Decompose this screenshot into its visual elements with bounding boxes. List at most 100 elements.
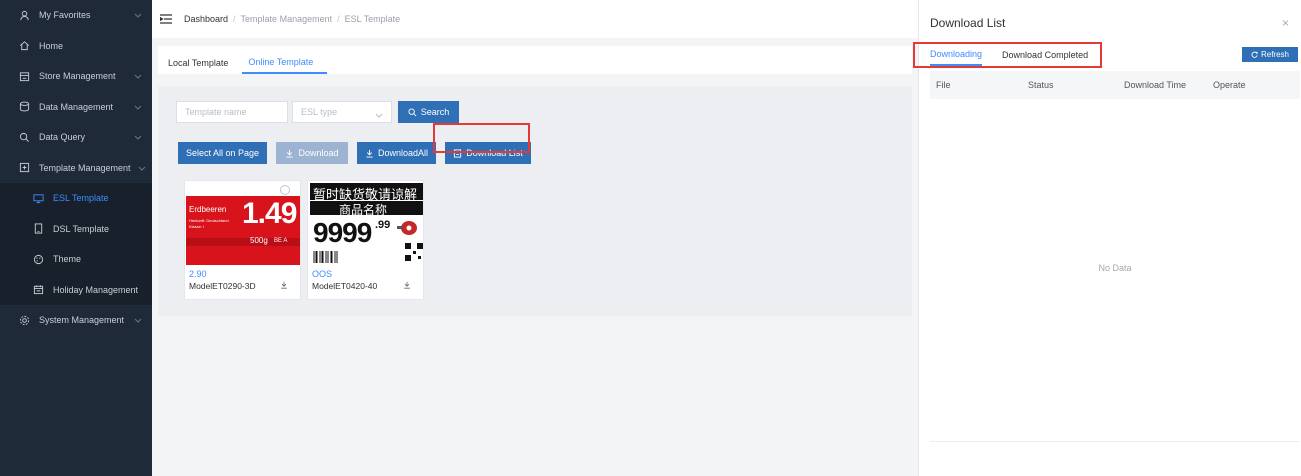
tag-price-cents: .99 bbox=[375, 219, 391, 231]
tab-online-template[interactable]: Online Template bbox=[242, 52, 328, 74]
download-table: File Status Download Time Operate No Dat… bbox=[930, 71, 1300, 441]
download-list-highlight bbox=[433, 123, 530, 153]
palette-icon bbox=[32, 253, 44, 265]
tag-price: 9999 bbox=[313, 217, 372, 248]
refresh-button-label: Refresh bbox=[1260, 50, 1289, 59]
monitor-icon bbox=[32, 192, 44, 204]
download-button-label: Download bbox=[298, 148, 339, 158]
filter-bar: Template name ESL type Search bbox=[176, 100, 912, 124]
gear-icon bbox=[18, 314, 30, 326]
chevron-down-icon bbox=[375, 110, 383, 120]
chevron-down-icon bbox=[134, 71, 142, 81]
sidebar-item-holiday-management[interactable]: Holiday Management bbox=[0, 275, 152, 306]
search-icon bbox=[18, 131, 30, 143]
database-icon bbox=[18, 101, 30, 113]
breadcrumb-separator: / bbox=[337, 14, 340, 24]
column-header-download-time: Download Time bbox=[1124, 80, 1187, 90]
barcode-icon bbox=[313, 251, 338, 263]
esl-tag-preview: 暂时缺货敬请谅解 商品名称 9999 .99 bbox=[309, 183, 423, 265]
download-icon[interactable] bbox=[403, 281, 411, 291]
chevron-down-icon bbox=[134, 132, 142, 142]
breadcrumb: Dashboard / Template Management / ESL Te… bbox=[184, 14, 400, 24]
breadcrumb-dashboard[interactable]: Dashboard bbox=[184, 14, 228, 24]
card-select-radio[interactable] bbox=[280, 185, 290, 195]
sidebar-item-dsl-template[interactable]: DSL Template bbox=[0, 214, 152, 245]
download-all-button-label: DownloadAll bbox=[377, 148, 429, 158]
template-card[interactable]: 暂时缺货敬请谅解 商品名称 9999 .99 OOS ModelET0420-4… bbox=[307, 180, 424, 300]
home-icon bbox=[18, 40, 30, 52]
sidebar-item-label: Theme bbox=[53, 254, 82, 265]
search-button[interactable]: Search bbox=[398, 101, 459, 123]
breadcrumb-separator: / bbox=[233, 14, 236, 24]
tag-unit-price: 500g bbox=[250, 236, 268, 245]
tab-local-template[interactable]: Local Template bbox=[162, 52, 242, 74]
download-list-drawer: Download List × Downloading Download Com… bbox=[918, 0, 1301, 476]
tag-product-name: 商品名称 bbox=[339, 203, 388, 217]
drawer-tabs-highlight bbox=[913, 42, 1102, 68]
chevron-down-icon bbox=[134, 10, 142, 20]
tag-line: Herkunft: Deutschland bbox=[189, 218, 229, 223]
card-model-name: ModelET0420-40 bbox=[312, 281, 378, 291]
download-all-button[interactable]: DownloadAll bbox=[357, 142, 436, 164]
sidebar-item-label: Store Management bbox=[39, 71, 116, 82]
sidebar-item-label: Holiday Management bbox=[53, 284, 139, 295]
sidebar-item-label: Data Query bbox=[39, 132, 86, 143]
card-status: OOS bbox=[312, 269, 333, 279]
empty-state-text: No Data bbox=[1098, 263, 1132, 273]
sidebar-item-my-favorites[interactable]: My Favorites bbox=[0, 0, 152, 31]
tag-unit-extra: BE A bbox=[274, 238, 288, 244]
sidebar: My Favorites Home Store Management Data … bbox=[0, 0, 152, 476]
template-card[interactable]: Erdbeeren Herkunft: Deutschland Klasse: … bbox=[184, 180, 301, 300]
sidebar-item-label: Template Management bbox=[39, 162, 131, 173]
template-tabs: Local Template Online Template bbox=[158, 46, 912, 74]
qr-code-icon bbox=[405, 243, 423, 261]
chevron-down-icon bbox=[134, 102, 142, 112]
table-header: File Status Download Time Operate bbox=[930, 71, 1300, 99]
template-name-input[interactable]: Template name bbox=[176, 101, 288, 123]
sidebar-item-label: Home bbox=[39, 40, 64, 51]
table-divider bbox=[930, 441, 1300, 442]
menu-toggle-icon[interactable] bbox=[160, 14, 172, 24]
refresh-icon bbox=[1251, 51, 1258, 58]
store-icon bbox=[18, 70, 30, 82]
sidebar-item-system-management[interactable]: System Management bbox=[0, 305, 152, 336]
sidebar-item-theme[interactable]: Theme bbox=[0, 244, 152, 275]
sidebar-item-esl-template[interactable]: ESL Template bbox=[0, 183, 152, 214]
download-icon bbox=[366, 149, 373, 158]
sidebar-item-label: DSL Template bbox=[53, 223, 110, 234]
sidebar-item-template-management[interactable]: Template Management bbox=[0, 153, 152, 184]
breadcrumb-current: ESL Template bbox=[344, 14, 401, 24]
topbar: Dashboard / Template Management / ESL Te… bbox=[152, 0, 918, 38]
search-button-label: Search bbox=[420, 107, 450, 117]
close-icon[interactable]: × bbox=[1282, 16, 1289, 30]
breadcrumb-template-management[interactable]: Template Management bbox=[241, 14, 333, 24]
esl-type-select[interactable]: ESL type bbox=[292, 101, 392, 123]
tag-line: Klasse: I bbox=[189, 224, 205, 229]
template-card-list: Erdbeeren Herkunft: Deutschland Klasse: … bbox=[158, 164, 912, 316]
chevron-down-icon bbox=[138, 163, 146, 173]
calendar-icon bbox=[32, 284, 44, 296]
refresh-button[interactable]: Refresh bbox=[1241, 47, 1298, 62]
sidebar-item-store-management[interactable]: Store Management bbox=[0, 61, 152, 92]
column-header-file: File bbox=[936, 80, 951, 90]
esl-tag-preview: Erdbeeren Herkunft: Deutschland Klasse: … bbox=[186, 196, 300, 265]
template-icon bbox=[18, 162, 30, 174]
tag-product: Erdbeeren bbox=[189, 205, 227, 214]
sidebar-item-data-query[interactable]: Data Query bbox=[0, 122, 152, 153]
template-panel: Template name ESL type Search Select All… bbox=[158, 86, 912, 316]
download-button[interactable]: Download bbox=[276, 142, 348, 164]
meat-icon bbox=[397, 221, 417, 235]
sidebar-item-home[interactable]: Home bbox=[0, 31, 152, 62]
action-bar: Select All on Page Download DownloadAll … bbox=[158, 124, 912, 164]
column-header-status: Status bbox=[1028, 80, 1054, 90]
drawer-title: Download List bbox=[930, 16, 1006, 30]
select-all-button[interactable]: Select All on Page bbox=[178, 142, 267, 164]
search-icon bbox=[408, 107, 417, 116]
column-header-operate: Operate bbox=[1213, 80, 1246, 90]
tag-price: 1.49 bbox=[242, 197, 297, 230]
user-icon bbox=[18, 9, 30, 21]
download-icon[interactable] bbox=[280, 281, 288, 291]
esl-type-placeholder: ESL type bbox=[301, 107, 338, 117]
chevron-down-icon bbox=[134, 315, 142, 325]
sidebar-item-data-management[interactable]: Data Management bbox=[0, 92, 152, 123]
